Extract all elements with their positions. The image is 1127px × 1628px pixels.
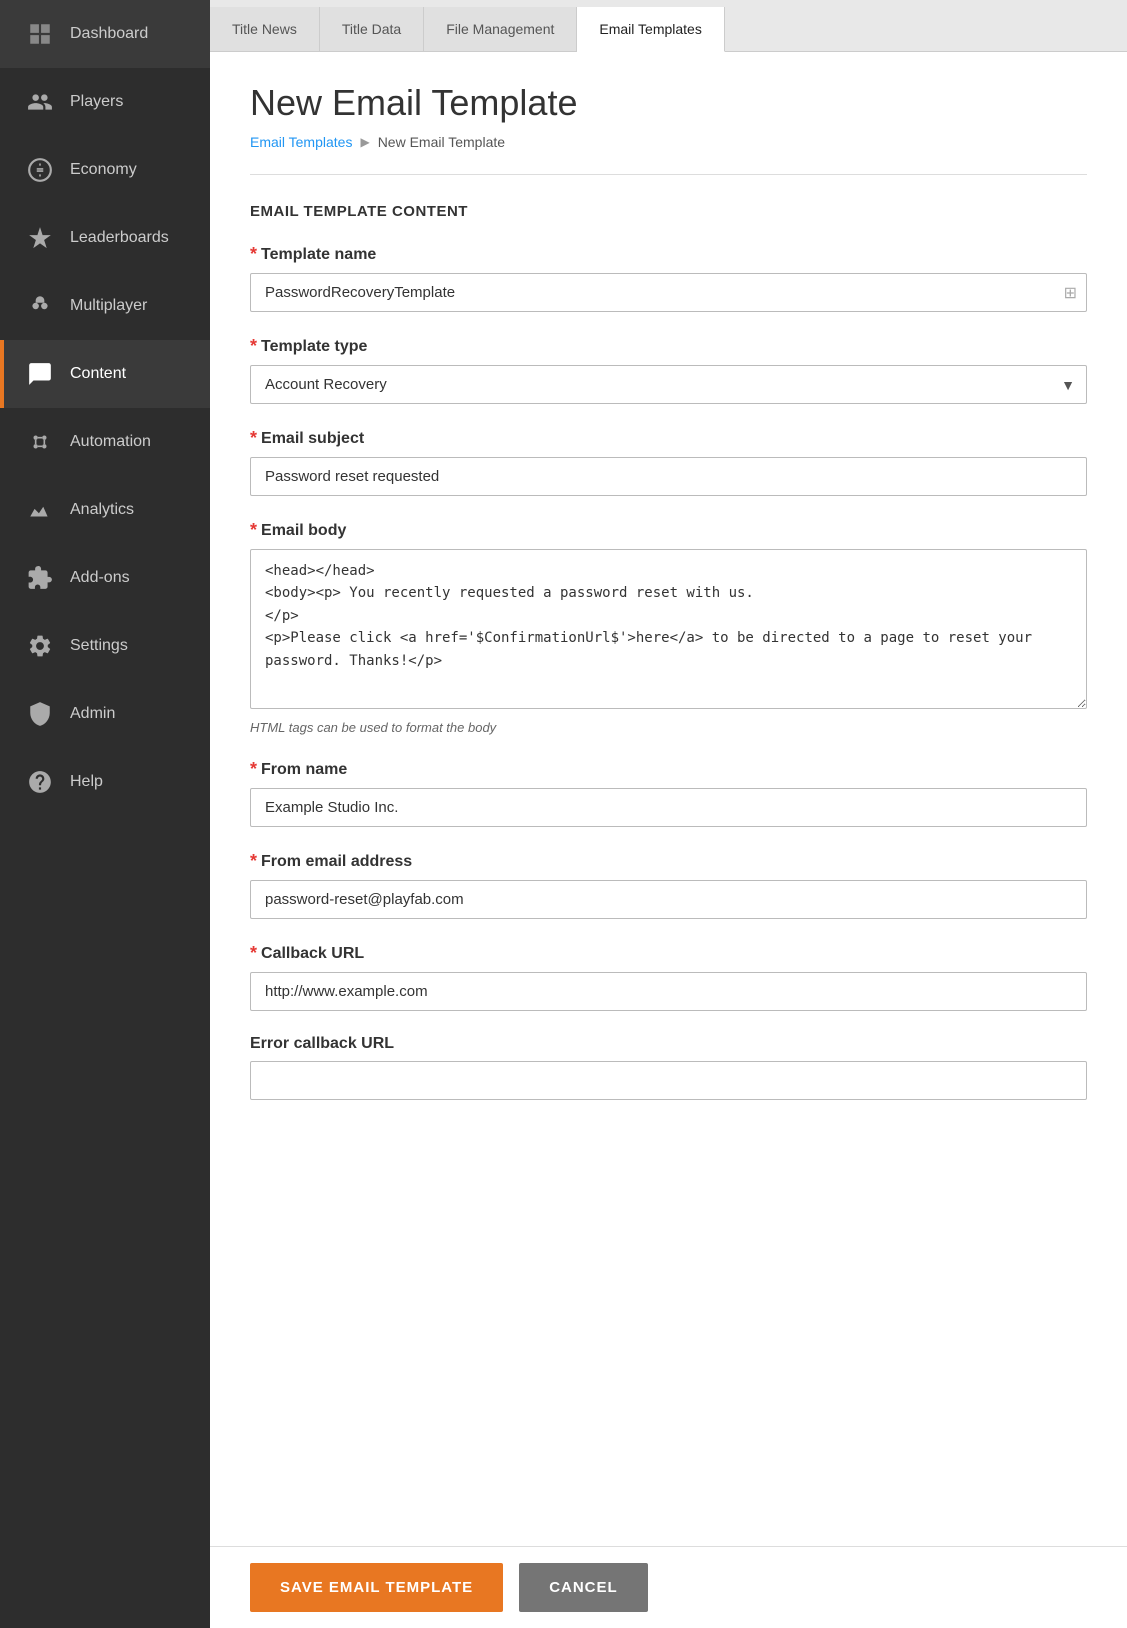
settings-icon xyxy=(24,630,56,662)
required-star: * xyxy=(250,244,257,265)
required-star-body: * xyxy=(250,520,257,541)
error-callback-url-group: Error callback URL xyxy=(250,1035,1087,1100)
callback-url-group: * Callback URL xyxy=(250,943,1087,1011)
callback-url-label: * Callback URL xyxy=(250,943,1087,964)
automation-icon xyxy=(24,426,56,458)
dashboard-icon xyxy=(24,18,56,50)
required-star-type: * xyxy=(250,336,257,357)
cancel-button[interactable]: CANCEL xyxy=(519,1563,648,1612)
template-type-select[interactable]: Account Recovery Email Verification xyxy=(250,365,1087,404)
admin-icon xyxy=(24,698,56,730)
from-email-input[interactable] xyxy=(250,880,1087,919)
tab-file-management[interactable]: File Management xyxy=(424,7,577,51)
sidebar-item-economy[interactable]: Economy xyxy=(0,136,210,204)
sidebar-item-multiplayer[interactable]: Multiplayer xyxy=(0,272,210,340)
sidebar-item-admin[interactable]: Admin xyxy=(0,680,210,748)
analytics-icon xyxy=(24,494,56,526)
template-type-label: * Template type xyxy=(250,336,1087,357)
sidebar-item-label: Help xyxy=(70,773,103,791)
tab-title-data[interactable]: Title Data xyxy=(320,7,424,51)
template-name-wrapper: ⊞ xyxy=(250,273,1087,312)
from-name-label: * From name xyxy=(250,759,1087,780)
sidebar: Dashboard Players Economy Leaderboards M… xyxy=(0,0,210,1628)
content-icon xyxy=(24,358,56,390)
sidebar-item-automation[interactable]: Automation xyxy=(0,408,210,476)
email-body-group: * Email body HTML tags can be used to fo… xyxy=(250,520,1087,735)
sidebar-item-label: Automation xyxy=(70,433,151,451)
tab-title-news[interactable]: Title News xyxy=(210,7,320,51)
page-title: New Email Template xyxy=(250,82,1087,124)
multiplayer-icon xyxy=(24,290,56,322)
sidebar-item-help[interactable]: Help xyxy=(0,748,210,816)
sidebar-item-label: Admin xyxy=(70,705,115,723)
required-star-from-email: * xyxy=(250,851,257,872)
from-name-group: * From name xyxy=(250,759,1087,827)
sidebar-item-analytics[interactable]: Analytics xyxy=(0,476,210,544)
breadcrumb-link[interactable]: Email Templates xyxy=(250,134,352,150)
template-name-label: * Template name xyxy=(250,244,1087,265)
from-name-input[interactable] xyxy=(250,788,1087,827)
template-name-input[interactable] xyxy=(250,273,1087,312)
template-type-group: * Template type Account Recovery Email V… xyxy=(250,336,1087,404)
sidebar-item-label: Add-ons xyxy=(70,569,130,587)
error-callback-url-input[interactable] xyxy=(250,1061,1087,1100)
main-content: Title News Title Data File Management Em… xyxy=(210,0,1127,1628)
sidebar-item-label: Multiplayer xyxy=(70,297,147,315)
action-bar: SAVE EMAIL TEMPLATE CANCEL xyxy=(210,1546,1127,1628)
sidebar-item-label: Leaderboards xyxy=(70,229,169,247)
required-star-from-name: * xyxy=(250,759,257,780)
help-icon xyxy=(24,766,56,798)
sidebar-item-addons[interactable]: Add-ons xyxy=(0,544,210,612)
sidebar-item-dashboard[interactable]: Dashboard xyxy=(0,0,210,68)
sidebar-item-label: Dashboard xyxy=(70,25,148,43)
breadcrumb-separator: ▶ xyxy=(360,135,369,149)
tab-bar: Title News Title Data File Management Em… xyxy=(210,0,1127,52)
economy-icon xyxy=(24,154,56,186)
sidebar-item-label: Players xyxy=(70,93,123,111)
sidebar-item-players[interactable]: Players xyxy=(0,68,210,136)
players-icon xyxy=(24,86,56,118)
sidebar-item-label: Settings xyxy=(70,637,128,655)
sidebar-item-leaderboards[interactable]: Leaderboards xyxy=(0,204,210,272)
email-subject-label: * Email subject xyxy=(250,428,1087,449)
email-body-textarea[interactable] xyxy=(250,549,1087,709)
addons-icon xyxy=(24,562,56,594)
required-star-callback: * xyxy=(250,943,257,964)
sidebar-item-label: Content xyxy=(70,365,126,383)
breadcrumb-current: New Email Template xyxy=(378,134,505,150)
error-callback-url-label: Error callback URL xyxy=(250,1035,1087,1053)
leaderboards-icon xyxy=(24,222,56,254)
tab-email-templates[interactable]: Email Templates xyxy=(577,7,724,52)
template-type-wrapper: Account Recovery Email Verification ▼ xyxy=(250,365,1087,404)
email-body-hint: HTML tags can be used to format the body xyxy=(250,720,1087,735)
sidebar-item-content[interactable]: Content xyxy=(0,340,210,408)
sidebar-item-settings[interactable]: Settings xyxy=(0,612,210,680)
template-name-group: * Template name ⊞ xyxy=(250,244,1087,312)
email-body-label: * Email body xyxy=(250,520,1087,541)
email-subject-group: * Email subject xyxy=(250,428,1087,496)
email-subject-input[interactable] xyxy=(250,457,1087,496)
breadcrumb: Email Templates ▶ New Email Template xyxy=(250,134,1087,150)
sidebar-item-label: Economy xyxy=(70,161,137,179)
template-name-icon: ⊞ xyxy=(1064,283,1077,303)
save-email-template-button[interactable]: SAVE EMAIL TEMPLATE xyxy=(250,1563,503,1612)
required-star-subject: * xyxy=(250,428,257,449)
content-area: New Email Template Email Templates ▶ New… xyxy=(210,52,1127,1628)
section-heading: EMAIL TEMPLATE CONTENT xyxy=(250,203,1087,220)
section-divider xyxy=(250,174,1087,175)
callback-url-input[interactable] xyxy=(250,972,1087,1011)
from-email-group: * From email address xyxy=(250,851,1087,919)
from-email-label: * From email address xyxy=(250,851,1087,872)
sidebar-item-label: Analytics xyxy=(70,501,134,519)
